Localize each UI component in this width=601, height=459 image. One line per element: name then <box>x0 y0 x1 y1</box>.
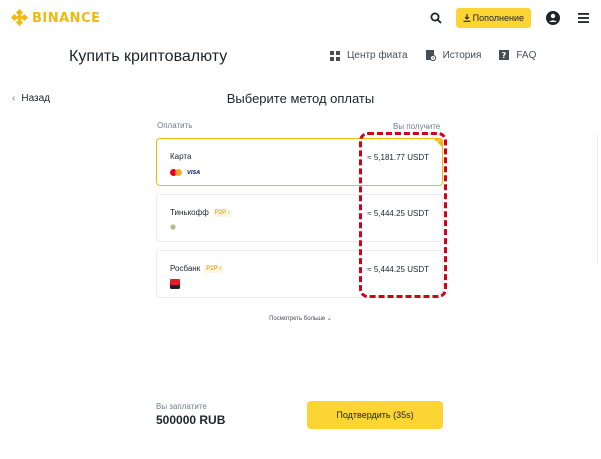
see-more-label: Посмотреть больше <box>269 316 326 322</box>
svg-text:?: ? <box>502 51 507 60</box>
subnav-history[interactable]: История <box>425 50 482 61</box>
you-pay-label: Вы заплатите <box>156 402 207 411</box>
subnav-label: Центр фиата <box>347 50 408 61</box>
scrollbar[interactable] <box>597 134 601 264</box>
grid-icon <box>330 50 340 61</box>
subnav-fiat-center[interactable]: Центр фиата <box>330 50 408 61</box>
top-bar: BINANCE Пополнение <box>0 0 601 38</box>
confirm-button-label: Подтвердить (35s) <box>336 410 414 420</box>
option-name: Тинькофф <box>170 208 209 217</box>
option-name: Карта <box>170 152 192 161</box>
subnav-label: История <box>442 50 482 61</box>
option-icons <box>170 279 180 289</box>
chevron-down-icon: ⌄ <box>326 316 332 322</box>
confirm-button[interactable]: Подтвердить (35s) <box>307 401 443 429</box>
deposit-button[interactable]: Пополнение <box>455 8 531 28</box>
p2p-tag: P2P › <box>204 264 224 273</box>
highlight-annotation <box>359 132 447 298</box>
visa-icon: VISA <box>187 169 201 176</box>
account-icon[interactable] <box>543 8 563 28</box>
receive-column-label: Вы получите <box>393 122 441 131</box>
subnav-label: FAQ <box>516 50 537 61</box>
deposit-button-label: Пополнение <box>472 13 524 23</box>
option-icons <box>170 224 176 230</box>
pay-column-label: Оплатить <box>157 121 193 130</box>
faq-icon: ? <box>499 50 510 60</box>
option-name-row: Тинькофф P2P › <box>170 208 232 217</box>
download-icon <box>463 14 471 22</box>
bank-dot-icon <box>170 224 176 230</box>
option-name-row: Росбанк P2P › <box>170 264 224 273</box>
option-name: Росбанк <box>170 264 201 273</box>
status-dot <box>96 12 99 15</box>
you-pay-amount: 500000 RUB <box>156 413 226 427</box>
see-more-link[interactable]: Посмотреть больше ⌄ <box>0 315 601 322</box>
p2p-tag: P2P › <box>212 208 232 217</box>
logo-text: BINANCE <box>32 10 101 26</box>
subnav: Центр фиата История ? FAQ <box>330 50 554 61</box>
option-name-row: Карта <box>170 152 191 161</box>
subnav-faq[interactable]: ? FAQ <box>499 50 536 61</box>
section-title: Выберите метод оплаты <box>226 91 375 106</box>
menu-icon[interactable] <box>573 8 593 28</box>
page-title: Купить криптовалюту <box>69 48 228 65</box>
rosbank-icon <box>170 279 180 289</box>
history-icon <box>425 50 436 61</box>
option-icons: VISA <box>170 169 200 176</box>
binance-logo[interactable]: BINANCE <box>10 8 101 27</box>
search-icon[interactable] <box>426 8 446 28</box>
mastercard-icon <box>170 169 182 176</box>
binance-logo-icon <box>10 8 29 27</box>
